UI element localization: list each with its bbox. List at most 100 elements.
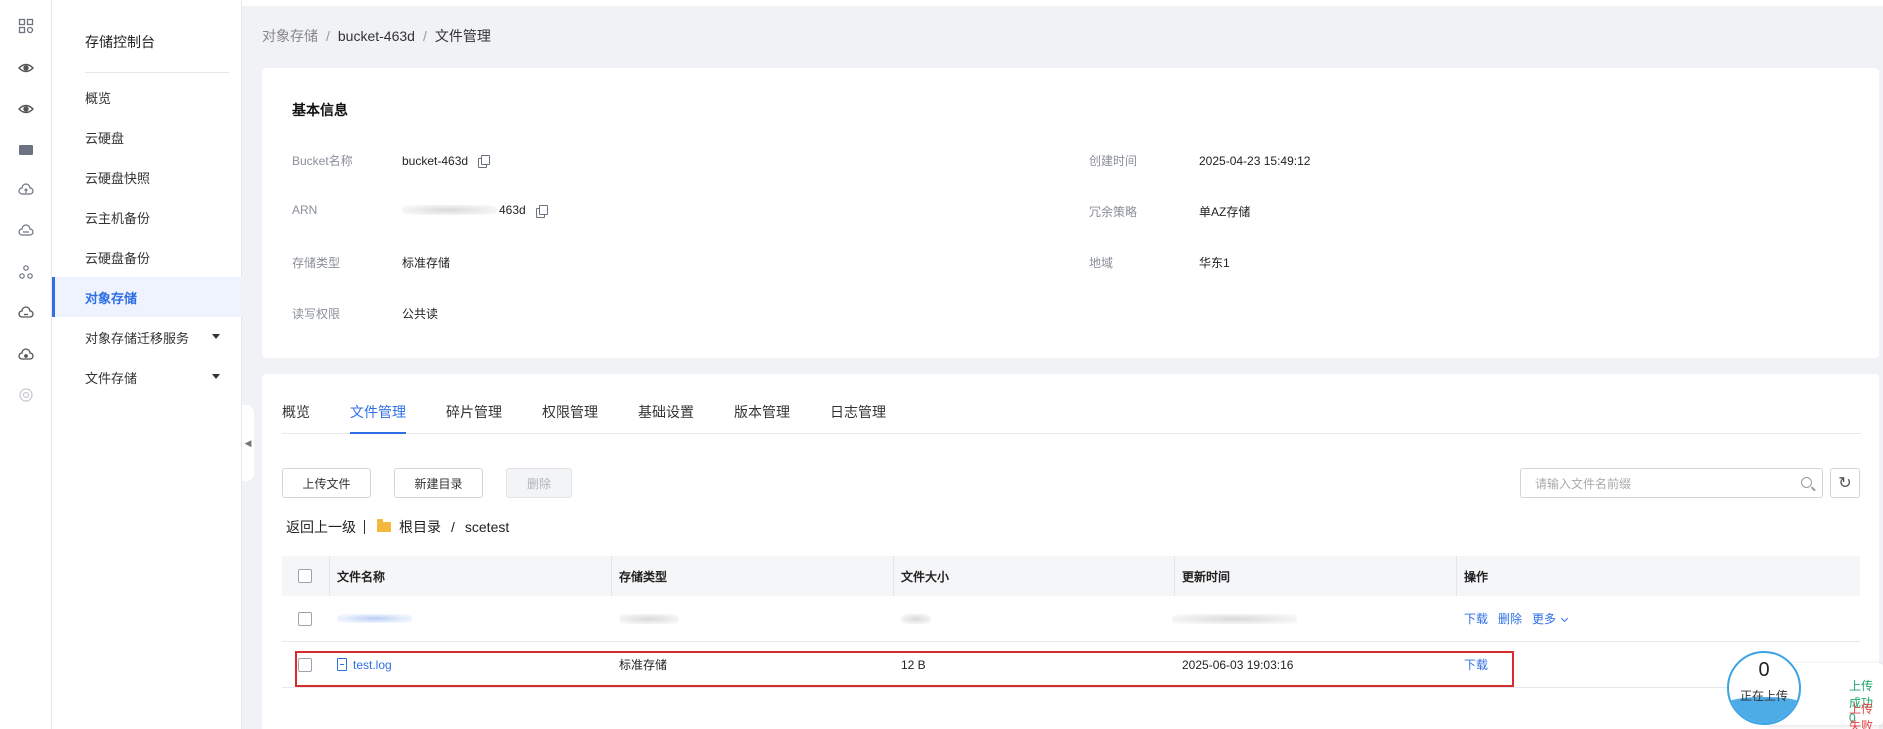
row-checkbox-cell xyxy=(298,596,312,641)
sidebar-item-disk-snapshot[interactable]: 云硬盘快照 xyxy=(52,157,242,197)
folder-icon xyxy=(377,519,391,532)
redacted-blur xyxy=(337,614,412,623)
sidebar-item-label: 文件存储 xyxy=(85,370,138,386)
breadcrumb: 对象存储 / bucket-463d / 文件管理 xyxy=(262,26,491,46)
info-key: 存储类型 xyxy=(292,256,341,270)
cloud-eye-icon[interactable] xyxy=(18,347,34,363)
grid-apps-icon[interactable] xyxy=(18,18,34,34)
tab-permission-management[interactable]: 权限管理 xyxy=(542,402,598,433)
search-placeholder: 请输入文件名前缀 xyxy=(1535,476,1632,491)
sidebar-item-label: 云硬盘备份 xyxy=(85,250,151,266)
database-cloud-icon[interactable] xyxy=(18,223,34,239)
upload-status-widget[interactable]: 上传成功 0 上传失败 0 0 正在上传 xyxy=(1727,651,1883,729)
info-key: 冗余策略 xyxy=(1089,205,1138,219)
sidebar-item-label: 概览 xyxy=(85,90,112,106)
cloud-sync-icon[interactable] xyxy=(18,305,34,321)
sql-box-icon[interactable] xyxy=(18,142,34,158)
tab-file-management[interactable]: 文件管理 xyxy=(350,402,406,434)
info-value: 公共读 xyxy=(402,307,439,321)
sidebar-item-migration[interactable]: 对象存储迁移服务 xyxy=(52,317,242,357)
breadcrumb-root[interactable]: 对象存储 xyxy=(262,26,318,46)
redacted-blur xyxy=(402,205,497,215)
file-name-cell xyxy=(337,596,412,641)
info-value: 标准存储 xyxy=(402,256,451,270)
info-row-bucket-name: Bucket名称 bucket-463d xyxy=(292,152,491,169)
row-checkbox[interactable] xyxy=(298,611,312,626)
sidebar-item-label: 对象存储 xyxy=(85,290,138,306)
settings-gear-icon[interactable] xyxy=(18,387,34,403)
caret-left-icon: ◀ xyxy=(244,437,252,448)
tab-overview[interactable]: 概览 xyxy=(282,402,310,433)
sidebar-item-object-storage[interactable]: 对象存储 xyxy=(52,277,242,317)
select-all-cell xyxy=(298,556,312,596)
search-icon[interactable] xyxy=(1801,477,1812,488)
back-to-parent-link[interactable]: 返回上一级 xyxy=(286,517,356,537)
redacted-blur xyxy=(901,613,931,624)
info-key: ARN xyxy=(292,203,318,217)
info-value: 2025-04-23 15:49:12 xyxy=(1199,153,1311,168)
basic-info-heading: 基本信息 xyxy=(292,102,348,118)
redacted-blur xyxy=(1172,613,1297,624)
download-link[interactable]: 下载 xyxy=(1464,610,1488,627)
info-value: 463d xyxy=(499,203,526,217)
breadcrumb-separator: / xyxy=(422,28,427,44)
table-header: 文件名称 存储类型 文件大小 更新时间 操作 xyxy=(282,556,1860,596)
delete-button[interactable]: 删除 xyxy=(506,468,572,498)
more-label: 更多 xyxy=(1532,612,1557,626)
column-header-storage: 存储类型 xyxy=(619,569,668,584)
upload-fail-label: 上传失败 xyxy=(1849,702,1874,729)
path-separator: / xyxy=(451,519,455,535)
tab-version-management[interactable]: 版本管理 xyxy=(734,402,790,433)
secondary-sidebar: 存储控制台 概览 云硬盘 云硬盘快照 云主机备份 云硬盘备份 对象存储 对象存储… xyxy=(52,0,242,729)
row-highlight-box xyxy=(295,651,1514,687)
sidebar-item-overview[interactable]: 概览 xyxy=(52,77,242,117)
copy-icon[interactable] xyxy=(478,155,491,168)
file-size-cell xyxy=(901,596,931,641)
info-row-arn: ARN 463d xyxy=(292,203,548,218)
tab-basic-settings[interactable]: 基础设置 xyxy=(638,402,694,433)
sidebar-item-label: 云主机备份 xyxy=(85,210,151,226)
search-input[interactable]: 请输入文件名前缀 xyxy=(1520,468,1823,498)
info-row-redundancy: 冗余策略 单AZ存储 xyxy=(1089,203,1250,220)
select-all-checkbox[interactable] xyxy=(298,569,312,583)
tab-fragment-management[interactable]: 碎片管理 xyxy=(446,402,502,433)
eye-icon[interactable] xyxy=(18,60,34,76)
info-key: Bucket名称 xyxy=(292,154,353,168)
sidebar-item-host-backup[interactable]: 云主机备份 xyxy=(52,197,242,237)
more-dropdown[interactable]: 更多 xyxy=(1532,610,1569,627)
new-directory-button[interactable]: 新建目录 xyxy=(394,468,483,498)
delete-link[interactable]: 删除 xyxy=(1498,610,1522,627)
sidebar-title: 存储控制台 xyxy=(85,34,155,50)
column-header-size: 文件大小 xyxy=(901,569,950,584)
breadcrumb-separator: / xyxy=(326,28,330,44)
copy-icon[interactable] xyxy=(535,204,548,218)
caret-down-icon xyxy=(212,334,220,339)
info-row-region: 地域 华东1 xyxy=(1089,254,1230,271)
sidebar-item-disk-backup[interactable]: 云硬盘备份 xyxy=(52,237,242,277)
column-header-actions: 操作 xyxy=(1464,569,1489,584)
cloud-up-icon[interactable] xyxy=(18,182,34,198)
sidebar-item-file-storage[interactable]: 文件存储 xyxy=(52,357,242,397)
info-key: 创建时间 xyxy=(1089,154,1138,168)
upload-progress-circle[interactable]: 0 正在上传 xyxy=(1727,651,1801,725)
caret-down-icon xyxy=(212,374,220,379)
root-directory-link[interactable]: 根目录 xyxy=(399,517,441,537)
top-bar xyxy=(242,0,1883,6)
sidebar-collapse-handle[interactable]: ◀ xyxy=(242,405,254,481)
cluster-icon[interactable] xyxy=(18,264,34,280)
uploading-label: 正在上传 xyxy=(1739,689,1788,703)
upload-file-button[interactable]: 上传文件 xyxy=(282,468,371,498)
eye-icon[interactable] xyxy=(18,101,34,117)
tab-log-management[interactable]: 日志管理 xyxy=(830,402,886,433)
chevron-down-icon xyxy=(1561,614,1569,623)
storage-type-cell xyxy=(619,596,679,641)
column-header-updated: 更新时间 xyxy=(1182,569,1231,584)
breadcrumb-bucket[interactable]: bucket-463d xyxy=(338,28,415,44)
sidebar-item-cloud-disk[interactable]: 云硬盘 xyxy=(52,117,242,157)
refresh-icon: ↻ xyxy=(1838,475,1852,492)
sidebar-item-label: 对象存储迁移服务 xyxy=(85,330,190,346)
refresh-button[interactable]: ↻ xyxy=(1830,468,1860,498)
icon-rail xyxy=(0,0,52,729)
actions-cell: 下载 删除 更多 xyxy=(1464,596,1569,641)
directory-path: 返回上一级 根目录 / scetest xyxy=(286,517,509,537)
